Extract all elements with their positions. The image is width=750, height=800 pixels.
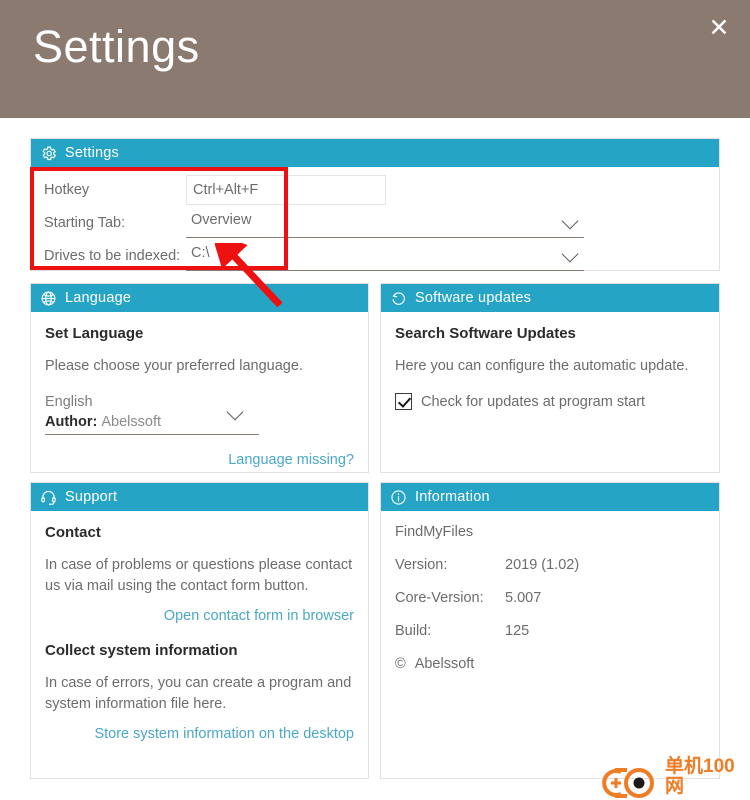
copyright-owner: Abelssoft <box>414 656 475 672</box>
page-title: Settings <box>33 21 200 72</box>
contact-description: In case of problems or questions please … <box>45 557 353 594</box>
search-updates-description: Here you can configure the automatic upd… <box>395 358 689 374</box>
watermark-text-cn: 单机100网 <box>665 756 735 797</box>
build-label: Build: <box>395 623 432 639</box>
hotkey-label: Hotkey <box>44 182 90 198</box>
drives-dropdown[interactable]: C:\ <box>186 241 584 271</box>
language-panel-body: Set Language Please choose your preferre… <box>31 312 368 478</box>
store-system-information-link[interactable]: Store system information on the desktop <box>45 726 354 742</box>
set-language-description: Please choose your preferred language. <box>45 358 303 374</box>
info-icon <box>390 489 407 506</box>
language-author-label: Author: <box>45 414 98 430</box>
window-titlebar: Settings ✕ <box>0 0 750 118</box>
drives-value: C:\ <box>191 245 210 261</box>
settings-window: Settings ✕ Settings Hotkey Starting Tab: <box>0 0 750 800</box>
language-panel-header: Language <box>31 284 368 312</box>
chevron-down-icon <box>563 215 580 225</box>
support-panel-header: Support <box>31 483 368 511</box>
language-author-line: Author: Abelssoft <box>45 412 259 432</box>
info-row-build: Build: 125 <box>395 623 705 639</box>
contact-heading: Contact <box>45 524 101 541</box>
open-contact-form-link[interactable]: Open contact form in browser <box>45 608 354 624</box>
headset-icon <box>40 489 57 506</box>
information-panel-header: Information <box>381 483 719 511</box>
collect-info-heading: Collect system information <box>45 642 238 659</box>
watermark: 单机100网 danji100.com <box>597 757 750 800</box>
starting-tab-dropdown[interactable]: Overview <box>186 208 584 238</box>
search-updates-heading: Search Software Updates <box>395 325 576 342</box>
software-updates-panel: Software updates Search Software Updates… <box>380 283 720 473</box>
settings-fields: Hotkey Starting Tab: Overview Drives to … <box>31 167 719 271</box>
software-updates-panel-header: Software updates <box>381 284 719 312</box>
language-missing-link[interactable]: Language missing? <box>45 452 354 468</box>
copyright-line: © Abelssoft <box>395 656 705 672</box>
support-panel: Support Contact In case of problems or q… <box>30 482 369 779</box>
information-panel: Information FindMyFiles Version: 2019 (1… <box>380 482 720 779</box>
starting-tab-label: Starting Tab: <box>44 215 126 231</box>
settings-row-starting-tab: Starting Tab: Overview <box>31 208 719 238</box>
close-icon[interactable]: ✕ <box>701 10 737 46</box>
version-label: Version: <box>395 557 448 573</box>
collect-info-description: In case of errors, you can create a prog… <box>45 675 352 712</box>
gear-icon <box>40 145 57 162</box>
language-author-value: Abelssoft <box>101 414 162 430</box>
core-version-label: Core-Version: <box>395 590 484 606</box>
software-updates-panel-body: Search Software Updates Here you can con… <box>381 312 719 420</box>
information-panel-title: Information <box>415 489 490 505</box>
info-row-core-version: Core-Version: 5.007 <box>395 590 705 606</box>
settings-panel-title: Settings <box>65 145 119 161</box>
chevron-down-icon <box>563 248 580 258</box>
language-selected-value: English <box>45 394 93 410</box>
watermark-logo-icon <box>597 766 659 800</box>
support-panel-body: Contact In case of problems or questions… <box>31 511 368 770</box>
build-value: 125 <box>505 623 530 639</box>
hotkey-input[interactable] <box>186 175 386 205</box>
hotkey-field-wrap <box>186 175 386 205</box>
language-dropdown[interactable]: English Author: Abelssoft <box>45 393 259 435</box>
check-updates-row[interactable]: Check for updates at program start <box>395 393 705 410</box>
chevron-down-icon <box>228 406 245 416</box>
set-language-heading: Set Language <box>45 325 144 342</box>
support-panel-title: Support <box>65 489 118 505</box>
language-panel-title: Language <box>65 290 132 306</box>
software-updates-panel-title: Software updates <box>415 290 532 306</box>
refresh-icon <box>390 290 407 307</box>
starting-tab-value: Overview <box>191 212 252 228</box>
info-row-version: Version: 2019 (1.02) <box>395 557 705 573</box>
version-value: 2019 (1.02) <box>505 557 580 573</box>
settings-panel-header: Settings <box>31 139 719 167</box>
settings-row-drives: Drives to be indexed: C:\ <box>31 241 719 271</box>
core-version-value: 5.007 <box>505 590 542 606</box>
information-panel-body: FindMyFiles Version: 2019 (1.02) Core-Ve… <box>381 511 719 682</box>
check-updates-checkbox[interactable] <box>395 393 412 410</box>
language-panel: Language Set Language Please choose your… <box>30 283 369 473</box>
app-name: FindMyFiles <box>395 524 474 540</box>
settings-panel: Settings Hotkey Starting Tab: Overview D… <box>30 138 720 271</box>
globe-icon <box>40 290 57 307</box>
drives-label: Drives to be indexed: <box>44 248 181 264</box>
check-updates-label: Check for updates at program start <box>421 393 646 410</box>
settings-row-hotkey: Hotkey <box>31 175 719 205</box>
copyright-mark: © <box>395 656 406 672</box>
